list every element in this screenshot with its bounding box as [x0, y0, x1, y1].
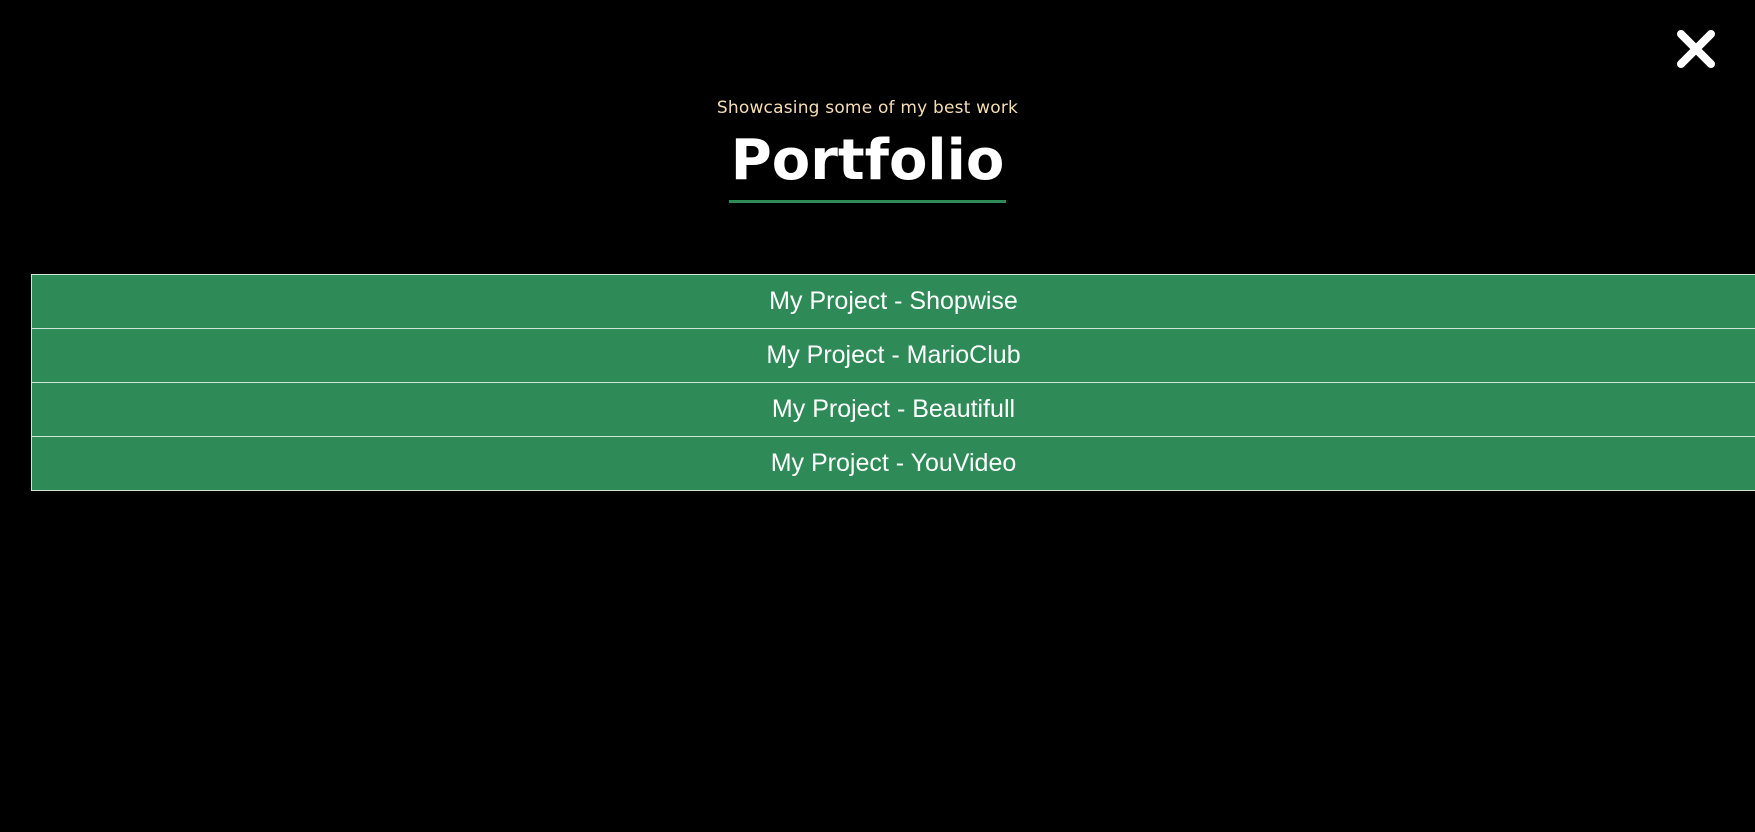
project-item-youvideo[interactable]: My Project - YouVideo [31, 437, 1755, 491]
portfolio-title: Portfolio [730, 128, 1005, 193]
project-item-shopwise[interactable]: My Project - Shopwise [31, 274, 1755, 329]
project-item-marioclub[interactable]: My Project - MarioClub [31, 329, 1755, 383]
portfolio-title-underline: Portfolio [728, 128, 1007, 203]
portfolio-heading: Showcasing some of my best work Portfoli… [0, 96, 1735, 203]
project-item-beautifull[interactable]: My Project - Beautifull [31, 383, 1755, 437]
project-list: My Project - Shopwise My Project - Mario… [31, 274, 1755, 491]
close-button[interactable] [1675, 28, 1717, 70]
close-icon [1677, 30, 1715, 68]
portfolio-subtitle: Showcasing some of my best work [716, 98, 1019, 118]
